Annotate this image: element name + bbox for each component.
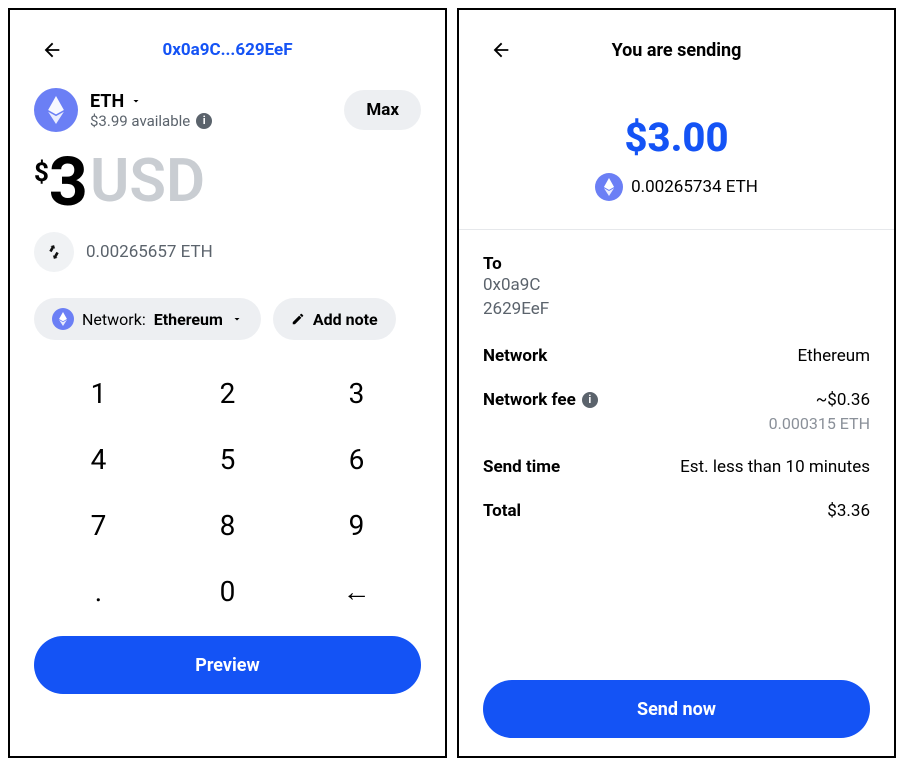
divider xyxy=(459,229,894,230)
recipient-address-short: 0x0a9C...629EeF xyxy=(34,40,421,60)
header: You are sending xyxy=(483,28,870,72)
to-address-line1: 0x0a9C xyxy=(483,274,870,298)
asset-info: ETH $3.99 available i xyxy=(90,91,332,130)
amount-display: $ 3 USD xyxy=(34,148,421,216)
send-time-value: Est. less than 10 minutes xyxy=(680,457,870,477)
preview-button[interactable]: Preview xyxy=(34,636,421,694)
keypad-8[interactable]: 8 xyxy=(163,492,292,558)
keypad-1[interactable]: 1 xyxy=(34,360,163,426)
keypad-4[interactable]: 4 xyxy=(34,426,163,492)
network-prefix: Network: xyxy=(82,310,146,329)
fee-value: ~$0.36 xyxy=(769,390,870,410)
detail-row-send-time: Send time Est. less than 10 minutes xyxy=(483,457,870,477)
send-amount-eth-row: 0.00265734 ETH xyxy=(595,173,758,201)
swap-icon xyxy=(46,244,62,260)
amount-currency: USD xyxy=(90,148,205,214)
send-entry-screen: 0x0a9C...629EeF ETH $3.99 available i Ma… xyxy=(8,8,447,758)
send-confirm-screen: You are sending $3.00 0.00265734 ETH To … xyxy=(457,8,896,758)
to-label: To xyxy=(483,254,870,274)
add-note-chip[interactable]: Add note xyxy=(273,298,396,340)
keypad-7[interactable]: 7 xyxy=(34,492,163,558)
asset-selector-row: ETH $3.99 available i Max xyxy=(34,88,421,132)
max-button[interactable]: Max xyxy=(344,90,421,130)
keypad-3[interactable]: 3 xyxy=(292,360,421,426)
page-title: You are sending xyxy=(483,40,870,61)
asset-available: $3.99 available i xyxy=(90,112,332,130)
network-value: Ethereum xyxy=(798,346,871,366)
eth-icon xyxy=(34,88,78,132)
detail-row-network: Network Ethereum xyxy=(483,346,870,366)
send-amount-usd: $3.00 xyxy=(483,114,870,161)
detail-row-fee: Network fee i ~$0.36 0.000315 ETH xyxy=(483,390,870,433)
keypad-6[interactable]: 6 xyxy=(292,426,421,492)
keypad-9[interactable]: 9 xyxy=(292,492,421,558)
chevron-down-icon xyxy=(130,95,142,107)
eth-icon xyxy=(595,173,623,201)
network-value: Ethereum xyxy=(154,310,223,329)
details: To 0x0a9C 2629EeF Network Ethereum Netwo… xyxy=(483,254,870,545)
amount-value: 3 xyxy=(49,148,88,216)
keypad-2[interactable]: 2 xyxy=(163,360,292,426)
network-label: Network xyxy=(483,346,547,366)
info-icon[interactable]: i xyxy=(196,113,212,129)
keypad-0[interactable]: 0 xyxy=(163,558,292,624)
amount-currency-symbol: $ xyxy=(34,158,49,188)
network-chip[interactable]: Network: Ethereum xyxy=(34,298,261,340)
chips-row: Network: Ethereum Add note xyxy=(34,298,421,340)
fee-label: Network fee i xyxy=(483,390,598,410)
keypad: 1 2 3 4 5 6 7 8 9 . 0 ← xyxy=(34,360,421,624)
send-time-label: Send time xyxy=(483,457,560,477)
fee-sub: 0.000315 ETH xyxy=(769,414,870,433)
detail-row-total: Total $3.36 xyxy=(483,501,870,521)
keypad-backspace[interactable]: ← xyxy=(292,558,421,624)
to-address-line2: 2629EeF xyxy=(483,298,870,322)
keypad-5[interactable]: 5 xyxy=(163,426,292,492)
asset-symbol: ETH xyxy=(90,91,124,112)
info-icon[interactable]: i xyxy=(582,392,598,408)
send-now-button[interactable]: Send now xyxy=(483,680,870,738)
eth-icon xyxy=(52,308,74,330)
total-label: Total xyxy=(483,501,521,521)
back-button[interactable] xyxy=(483,32,519,68)
swap-currency-button[interactable] xyxy=(34,232,74,272)
total-value: $3.36 xyxy=(827,501,870,521)
send-amount-eth: 0.00265734 ETH xyxy=(631,177,758,197)
arrow-left-icon xyxy=(41,39,63,61)
keypad-dot[interactable]: . xyxy=(34,558,163,624)
add-note-label: Add note xyxy=(313,310,378,329)
back-button[interactable] xyxy=(34,32,70,68)
detail-row-to: To 0x0a9C 2629EeF xyxy=(483,254,870,322)
header: 0x0a9C...629EeF xyxy=(34,28,421,72)
conversion-row: 0.00265657 ETH xyxy=(34,232,421,272)
pencil-icon xyxy=(291,312,305,326)
converted-amount: 0.00265657 ETH xyxy=(86,242,213,262)
send-amount-block: $3.00 0.00265734 ETH xyxy=(483,114,870,201)
chevron-down-icon xyxy=(231,313,243,325)
arrow-left-icon xyxy=(490,39,512,61)
asset-symbol-dropdown[interactable]: ETH xyxy=(90,91,332,112)
